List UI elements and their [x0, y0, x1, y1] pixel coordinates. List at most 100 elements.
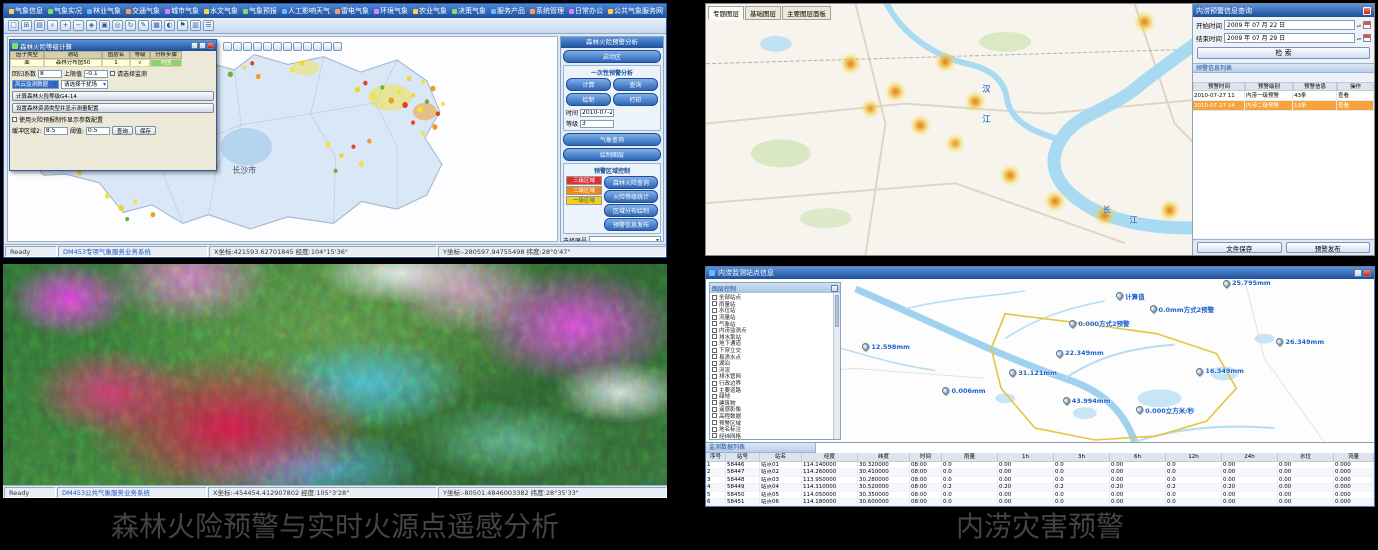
forecast-config-checkbox[interactable]: [12, 117, 17, 122]
station-marker[interactable]: 26.349mm: [1276, 338, 1324, 346]
layer-item[interactable]: 排水管网: [712, 373, 831, 380]
layer-item[interactable]: 气象站: [712, 320, 831, 327]
layer-checkbox[interactable]: [712, 361, 717, 366]
station-marker[interactable]: 0.006mm: [942, 387, 985, 395]
layer-item[interactable]: 全部站点: [712, 294, 831, 301]
toolbar-icon[interactable]: ◈: [86, 20, 97, 31]
menu-item[interactable]: 公共气象服务网: [606, 6, 665, 16]
menu-item[interactable]: 交通气象: [124, 6, 162, 16]
toolbar-icon[interactable]: ◎: [112, 20, 123, 31]
map-tool-icon[interactable]: [243, 42, 252, 51]
layer-checkbox[interactable]: [712, 301, 717, 306]
layer-checkbox[interactable]: [712, 341, 717, 346]
menu-item[interactable]: 农业气象: [411, 6, 449, 16]
false-color-satellite-image[interactable]: [3, 264, 667, 485]
layer-checkbox[interactable]: [712, 420, 717, 425]
close-icon[interactable]: [1363, 7, 1371, 15]
menu-item[interactable]: 气象预报: [241, 6, 279, 16]
layer-item[interactable]: 湖泊: [712, 360, 831, 367]
zone-action-button[interactable]: 火险等级统计: [604, 190, 658, 203]
layer-item[interactable]: 高程数据: [712, 413, 831, 420]
analysis-button[interactable]: 查询: [613, 78, 658, 91]
source-combobox[interactable]: 风云监测数据: [12, 80, 59, 89]
map-tool-icon[interactable]: [273, 42, 282, 51]
layer-item[interactable]: 绿地: [712, 393, 831, 400]
menu-item[interactable]: 环境气象: [372, 6, 410, 16]
calendar-icon[interactable]: [1363, 21, 1371, 29]
toolbar-icon[interactable]: ▤: [34, 20, 45, 31]
zone-action-button[interactable]: 预警信息发布: [604, 218, 658, 231]
start-date-picker[interactable]: 2009 年 07 月 22 日: [1224, 20, 1355, 30]
level-input[interactable]: [580, 120, 614, 128]
layer-checkbox[interactable]: [712, 381, 717, 386]
toolbar-icon[interactable]: □: [8, 20, 19, 31]
map-tool-icon[interactable]: [253, 42, 262, 51]
layer-scrollbar[interactable]: [833, 293, 840, 439]
layer-item[interactable]: 易渍水点: [712, 353, 831, 360]
warning-row[interactable]: 2010-07-27 11内涝一级预警43条查看: [1193, 91, 1374, 101]
menu-item[interactable]: 日常办公: [567, 6, 605, 16]
station-marker[interactable]: 22.349mm: [1056, 349, 1104, 357]
publish-warning-button[interactable]: 预警发布: [1286, 242, 1371, 253]
toolbar-icon[interactable]: −: [73, 20, 84, 31]
layer-item[interactable]: 主要道路: [712, 386, 831, 393]
layer-item[interactable]: 内涝监测点: [712, 327, 831, 334]
close-icon[interactable]: [831, 285, 838, 292]
file-save-button[interactable]: 文件保存: [1197, 242, 1282, 253]
analysis-button[interactable]: 绘制: [566, 93, 611, 106]
toolbar-icon[interactable]: ⚑: [177, 20, 188, 31]
minimize-icon[interactable]: [1354, 269, 1362, 277]
monitor-map-viewport[interactable]: 25.795mm 计算值 0.0mm方式2预警 0.000方式2预警 26.34…: [706, 279, 1374, 442]
layer-checkbox[interactable]: [712, 295, 717, 300]
pick-checkbox[interactable]: [110, 71, 115, 76]
station-marker[interactable]: 0.0mm方式2预警: [1150, 304, 1215, 314]
analysis-button[interactable]: 计算: [566, 78, 611, 91]
layer-item[interactable]: 地下通道: [712, 340, 831, 347]
close-icon[interactable]: [207, 42, 214, 49]
map-tool-icon[interactable]: [323, 42, 332, 51]
menu-item[interactable]: 气象实况: [46, 6, 84, 16]
table-row[interactable]: 158446站点01114.14000030.32000008:000.00.0…: [706, 462, 1374, 469]
layer-checkbox[interactable]: [712, 413, 717, 418]
layer-item[interactable]: 雨量站: [712, 301, 831, 308]
draw-layer-button[interactable]: 绘制图层: [563, 148, 661, 161]
layer-checkbox[interactable]: [712, 387, 717, 392]
map-tool-icon[interactable]: [263, 42, 272, 51]
menu-item[interactable]: 雷电气象: [333, 6, 371, 16]
layer-checkbox[interactable]: [712, 400, 717, 405]
station-marker[interactable]: 16.349mm: [1196, 367, 1244, 375]
query-button[interactable]: 查询: [112, 126, 133, 135]
coef-input[interactable]: [38, 70, 62, 78]
layer-item[interactable]: 流量站: [712, 314, 831, 321]
layer-item[interactable]: 水位站: [712, 307, 831, 314]
calendar-icon[interactable]: [1363, 34, 1371, 42]
layer-checkbox[interactable]: [712, 334, 717, 339]
map-tool-icon[interactable]: [223, 42, 232, 51]
layer-checkbox[interactable]: [712, 367, 717, 372]
factor-grid-row[interactable]: 面森林分布图501√地图: [10, 59, 216, 67]
table-row[interactable]: 258447站点02114.26000030.41000008:000.00.0…: [706, 469, 1374, 476]
spinner-icon[interactable]: ▴▾: [1357, 24, 1361, 27]
layer-item[interactable]: 建筑物: [712, 400, 831, 407]
table-row[interactable]: 358448站点03113.95000030.28000008:000.00.0…: [706, 477, 1374, 484]
toolbar-icon[interactable]: ⌕: [47, 20, 58, 31]
weather-query-button[interactable]: 气象查询: [563, 133, 661, 146]
analysis-button[interactable]: 打印: [613, 93, 658, 106]
layer-checkbox[interactable]: [712, 321, 717, 326]
menu-item[interactable]: 系统管理: [528, 6, 566, 16]
date-input[interactable]: [580, 109, 614, 117]
layer-checkbox[interactable]: [712, 374, 717, 379]
layer-checkbox[interactable]: [712, 427, 717, 432]
station-marker[interactable]: 计算值: [1116, 291, 1145, 301]
thresh-input[interactable]: [86, 127, 110, 135]
zone-action-button[interactable]: 森林火险查询: [604, 176, 658, 189]
layer-tab[interactable]: 主要图层面板: [782, 6, 831, 20]
station-marker[interactable]: 25.795mm: [1223, 279, 1271, 287]
menu-item[interactable]: 城市气象: [163, 6, 201, 16]
toolbar-icon[interactable]: ☰: [203, 20, 214, 31]
layer-item[interactable]: 遥感影像: [712, 406, 831, 413]
table-row[interactable]: 558450站点05114.05000030.35000008:000.00.0…: [706, 492, 1374, 499]
station-marker[interactable]: 43.994mm: [1063, 397, 1111, 405]
toolbar-icon[interactable]: ▣: [99, 20, 110, 31]
map-tool-icon[interactable]: [313, 42, 322, 51]
